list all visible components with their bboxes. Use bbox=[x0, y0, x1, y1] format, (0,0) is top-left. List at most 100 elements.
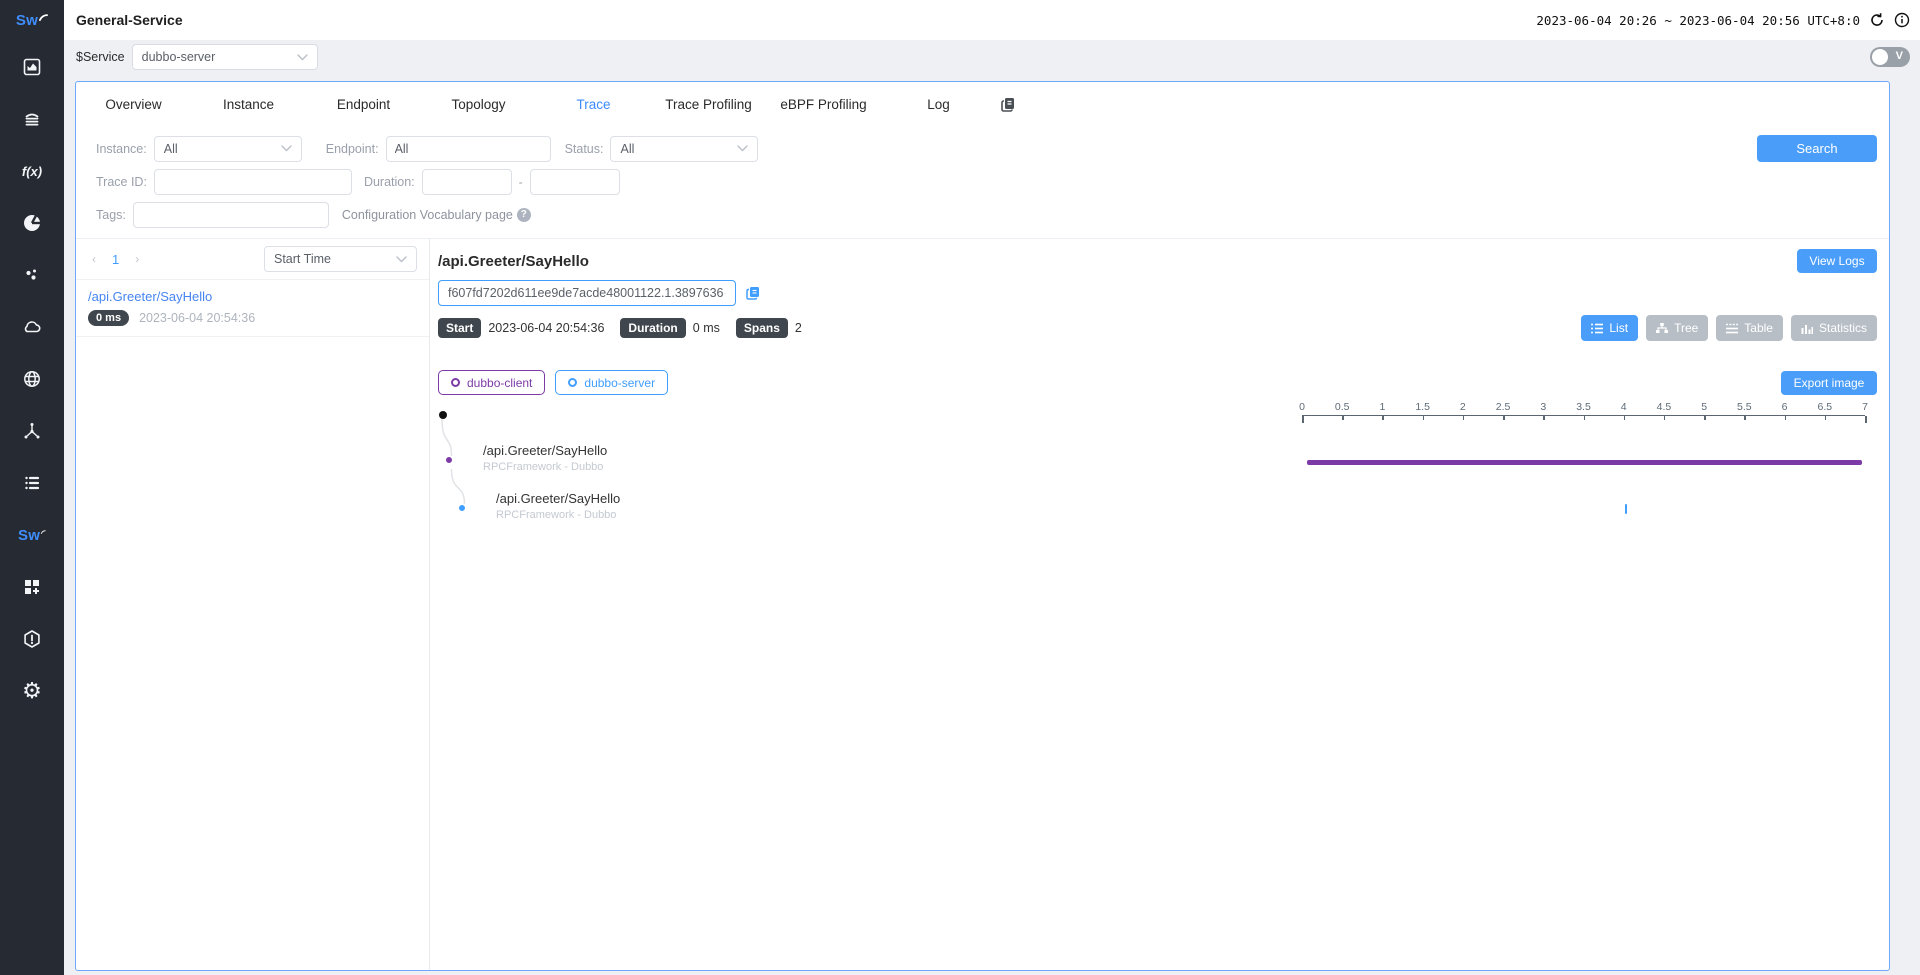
help-icon[interactable]: ? bbox=[517, 208, 531, 222]
service-legend: dubbo-client dubbo-server Export image bbox=[438, 370, 1889, 395]
time-range-picker[interactable]: 2023-06-04 20:26 ~ 2023-06-04 20:56 UTC+… bbox=[1536, 13, 1860, 28]
prev-page-icon[interactable]: ‹ bbox=[92, 252, 96, 266]
trace-id-select[interactable]: f607fd7202d611ee9de7acde48001122.1.38976… bbox=[438, 280, 736, 306]
tab-overview[interactable]: Overview bbox=[76, 97, 191, 112]
tab-endpoint[interactable]: Endpoint bbox=[306, 97, 421, 112]
tab-log[interactable]: Log bbox=[881, 97, 996, 112]
view-table-label: Table bbox=[1744, 321, 1773, 335]
instance-select[interactable]: All bbox=[154, 136, 302, 162]
trace-span-chart: /api.Greeter/SayHello RPCFramework - Dub… bbox=[438, 401, 1889, 571]
sidebar-item-gateway[interactable] bbox=[18, 420, 46, 442]
toggle-knob-icon bbox=[1872, 49, 1888, 65]
sidebar-item-browser[interactable] bbox=[18, 368, 46, 390]
duration-min-input[interactable] bbox=[422, 169, 512, 195]
trace-content: ‹ 1 › Start Time /api.Greeter/SayHello 0… bbox=[76, 239, 1889, 971]
tab-trace-profiling[interactable]: Trace Profiling bbox=[651, 97, 766, 112]
view-tree-button[interactable]: Tree bbox=[1646, 315, 1708, 341]
sidebar-item-service-mesh[interactable] bbox=[18, 212, 46, 234]
skywalking-logo[interactable]: Sw bbox=[0, 0, 64, 40]
service-bar: $Service dubbo-server V bbox=[64, 40, 1920, 74]
view-logs-button[interactable]: View Logs bbox=[1797, 249, 1877, 273]
sidebar-item-self-observability[interactable] bbox=[18, 472, 46, 494]
trace-duration-badge: 0 ms bbox=[88, 310, 129, 326]
legend-circle-icon bbox=[451, 378, 460, 387]
statistics-view-icon bbox=[1801, 323, 1813, 334]
duration-max-input[interactable] bbox=[530, 169, 620, 195]
span-row[interactable]: /api.Greeter/SayHello RPCFramework - Dub… bbox=[483, 443, 607, 473]
sidebar-item-skywalking[interactable]: Sw bbox=[18, 524, 46, 546]
copy-dashboard-icon[interactable] bbox=[1000, 96, 1017, 113]
span-component: RPCFramework - Dubbo bbox=[496, 509, 620, 521]
status-label: Status: bbox=[565, 142, 604, 156]
tab-trace[interactable]: Trace bbox=[536, 97, 651, 112]
trace-item-name: /api.Greeter/SayHello bbox=[88, 289, 417, 304]
tab-topology[interactable]: Topology bbox=[421, 97, 536, 112]
trace-list-item[interactable]: /api.Greeter/SayHello 0 ms 2023-06-04 20… bbox=[76, 280, 429, 337]
legend-item[interactable]: dubbo-server bbox=[555, 370, 668, 395]
cloud-icon bbox=[21, 317, 43, 337]
trace-id-select-value: f607fd7202d611ee9de7acde48001122.1.38976… bbox=[448, 286, 724, 300]
legend-item[interactable]: dubbo-client bbox=[438, 370, 545, 395]
version-toggle[interactable]: V bbox=[1870, 47, 1910, 67]
view-statistics-label: Statistics bbox=[1819, 321, 1867, 335]
sort-select[interactable]: Start Time bbox=[264, 246, 417, 272]
span-dot[interactable] bbox=[446, 457, 452, 463]
vocabulary-link[interactable]: Configuration Vocabulary page bbox=[342, 208, 513, 222]
trace-filters: Instance: All Endpoint: Status: All Sear… bbox=[76, 126, 1889, 239]
status-select[interactable]: All bbox=[610, 136, 758, 162]
export-image-button[interactable]: Export image bbox=[1781, 371, 1877, 395]
sidebar-item-general-service[interactable] bbox=[18, 56, 46, 78]
page-number[interactable]: 1 bbox=[112, 252, 119, 267]
next-page-icon[interactable]: › bbox=[135, 252, 139, 266]
copy-trace-id-icon[interactable] bbox=[745, 285, 761, 301]
span-bar[interactable] bbox=[1625, 504, 1628, 514]
status-select-value: All bbox=[620, 142, 634, 156]
sidebar-item-infrastructure[interactable] bbox=[18, 316, 46, 338]
top-header: General-Service 2023-06-04 20:26 ~ 2023-… bbox=[64, 0, 1920, 40]
trace-id-input[interactable] bbox=[154, 169, 352, 195]
instance-select-value: All bbox=[164, 142, 178, 156]
view-list-button[interactable]: List bbox=[1581, 315, 1638, 341]
tags-input[interactable] bbox=[133, 202, 329, 228]
search-button[interactable]: Search bbox=[1757, 135, 1877, 162]
chevron-down-icon bbox=[737, 145, 748, 152]
endpoint-input[interactable] bbox=[386, 136, 551, 162]
span-dot[interactable] bbox=[459, 505, 465, 511]
table-view-icon bbox=[1726, 323, 1738, 334]
sort-select-value: Start Time bbox=[274, 252, 331, 266]
sidebar-item-alerts[interactable] bbox=[18, 628, 46, 650]
legend-label: dubbo-client bbox=[467, 376, 532, 390]
skywalking-logo-text: Sw bbox=[16, 12, 38, 29]
duration-separator: - bbox=[519, 175, 523, 189]
span-name: /api.Greeter/SayHello bbox=[483, 443, 607, 458]
view-table-button[interactable]: Table bbox=[1716, 315, 1783, 341]
span-bar[interactable] bbox=[1307, 460, 1862, 465]
span-bars bbox=[1302, 401, 1865, 571]
refresh-icon[interactable] bbox=[1869, 12, 1885, 28]
gateway-axes-icon bbox=[22, 421, 42, 441]
service-select[interactable]: dubbo-server bbox=[132, 44, 318, 70]
span-tree: /api.Greeter/SayHello RPCFramework - Dub… bbox=[438, 401, 838, 571]
service-label: $Service bbox=[76, 50, 125, 64]
tab-instance[interactable]: Instance bbox=[191, 97, 306, 112]
sidebar-item-database[interactable] bbox=[18, 108, 46, 130]
trace-id-label: Trace ID: bbox=[96, 175, 147, 189]
sidebar-item-kubernetes[interactable] bbox=[18, 264, 46, 286]
spans-value: 2 bbox=[795, 321, 802, 335]
scatter-dots-icon bbox=[22, 265, 42, 285]
tab-ebpf-profiling[interactable]: eBPF Profiling bbox=[766, 97, 881, 112]
span-row[interactable]: /api.Greeter/SayHello RPCFramework - Dub… bbox=[496, 491, 620, 521]
start-value: 2023-06-04 20:54:36 bbox=[488, 321, 604, 335]
chevron-down-icon bbox=[396, 256, 407, 263]
trace-title: /api.Greeter/SayHello bbox=[438, 253, 589, 270]
endpoint-label: Endpoint: bbox=[326, 142, 379, 156]
duration-label: Duration: bbox=[364, 175, 415, 189]
sidebar-item-settings[interactable]: ⚙ bbox=[18, 680, 46, 702]
view-statistics-button[interactable]: Statistics bbox=[1791, 315, 1877, 341]
span-name: /api.Greeter/SayHello bbox=[496, 491, 620, 506]
sidebar-item-functions[interactable]: f(x) bbox=[18, 160, 46, 182]
tree-view-icon bbox=[1656, 323, 1668, 334]
sidebar-item-dashboards[interactable] bbox=[18, 576, 46, 598]
trace-list-panel: ‹ 1 › Start Time /api.Greeter/SayHello 0… bbox=[76, 239, 430, 971]
info-icon[interactable] bbox=[1894, 12, 1910, 28]
